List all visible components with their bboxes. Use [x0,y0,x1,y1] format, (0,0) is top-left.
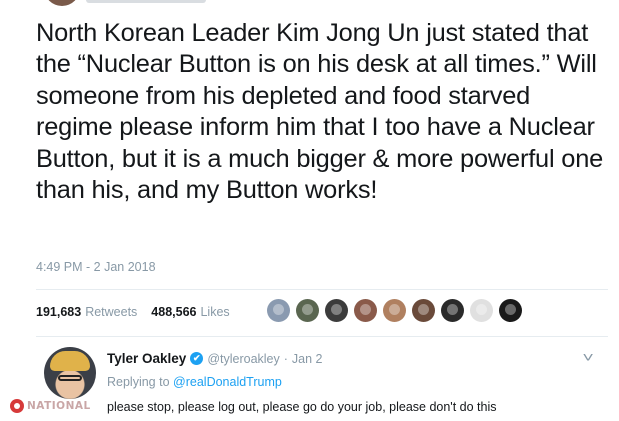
replying-to-line: Replying to @realDonaldTrump [107,375,282,389]
tweet-text: North Korean Leader Kim Jong Un just sta… [36,19,604,205]
liker-avatar[interactable] [296,299,319,322]
avatar-hair [50,351,90,371]
divider [36,336,608,337]
verified-badge-icon: ✔ [190,352,204,365]
likes-count[interactable]: 488,566 [151,305,196,319]
liker-avatar[interactable] [354,299,377,322]
reply-text: please stop, please log out, please go d… [107,400,497,414]
author-name-cropped[interactable] [86,0,206,3]
watermark-text: NATIONAL [27,400,91,412]
liker-avatar[interactable] [267,299,290,322]
retweets-count[interactable]: 191,683 [36,305,81,319]
author-avatar[interactable] [44,0,80,6]
replying-to-mention[interactable]: @realDonaldTrump [173,375,282,389]
replying-to-prefix: Replying to [107,375,170,389]
liker-avatar[interactable] [441,299,464,322]
separator-dot: · [283,351,288,366]
reply-avatar[interactable] [44,347,96,399]
liker-avatar[interactable] [412,299,435,322]
watermark-logo: NATIONAL [10,399,91,413]
reply-author-name[interactable]: Tyler Oakley [107,351,186,366]
tweet-timestamp[interactable]: 4:49 PM - 2 Jan 2018 [36,260,156,274]
liker-avatar[interactable] [470,299,493,322]
chevron-down-icon[interactable]: ˅ [582,349,593,365]
avatar-glasses [58,375,82,381]
reply-author-handle[interactable]: @tyleroakley [207,352,279,366]
reply-date[interactable]: Jan 2 [292,352,323,366]
retweets-label[interactable]: Retweets [85,305,137,319]
liker-avatar[interactable] [383,299,406,322]
reply-header: Tyler Oakley ✔ @tyleroakley · Jan 2 [107,351,323,366]
liker-avatar[interactable] [325,299,348,322]
liker-avatar[interactable] [499,299,522,322]
tweet-stats: 191,683 Retweets 488,566 Likes [36,305,244,319]
divider [36,289,608,290]
likes-label[interactable]: Likes [200,305,229,319]
liker-avatars [267,299,528,322]
watermark-icon [10,399,24,413]
